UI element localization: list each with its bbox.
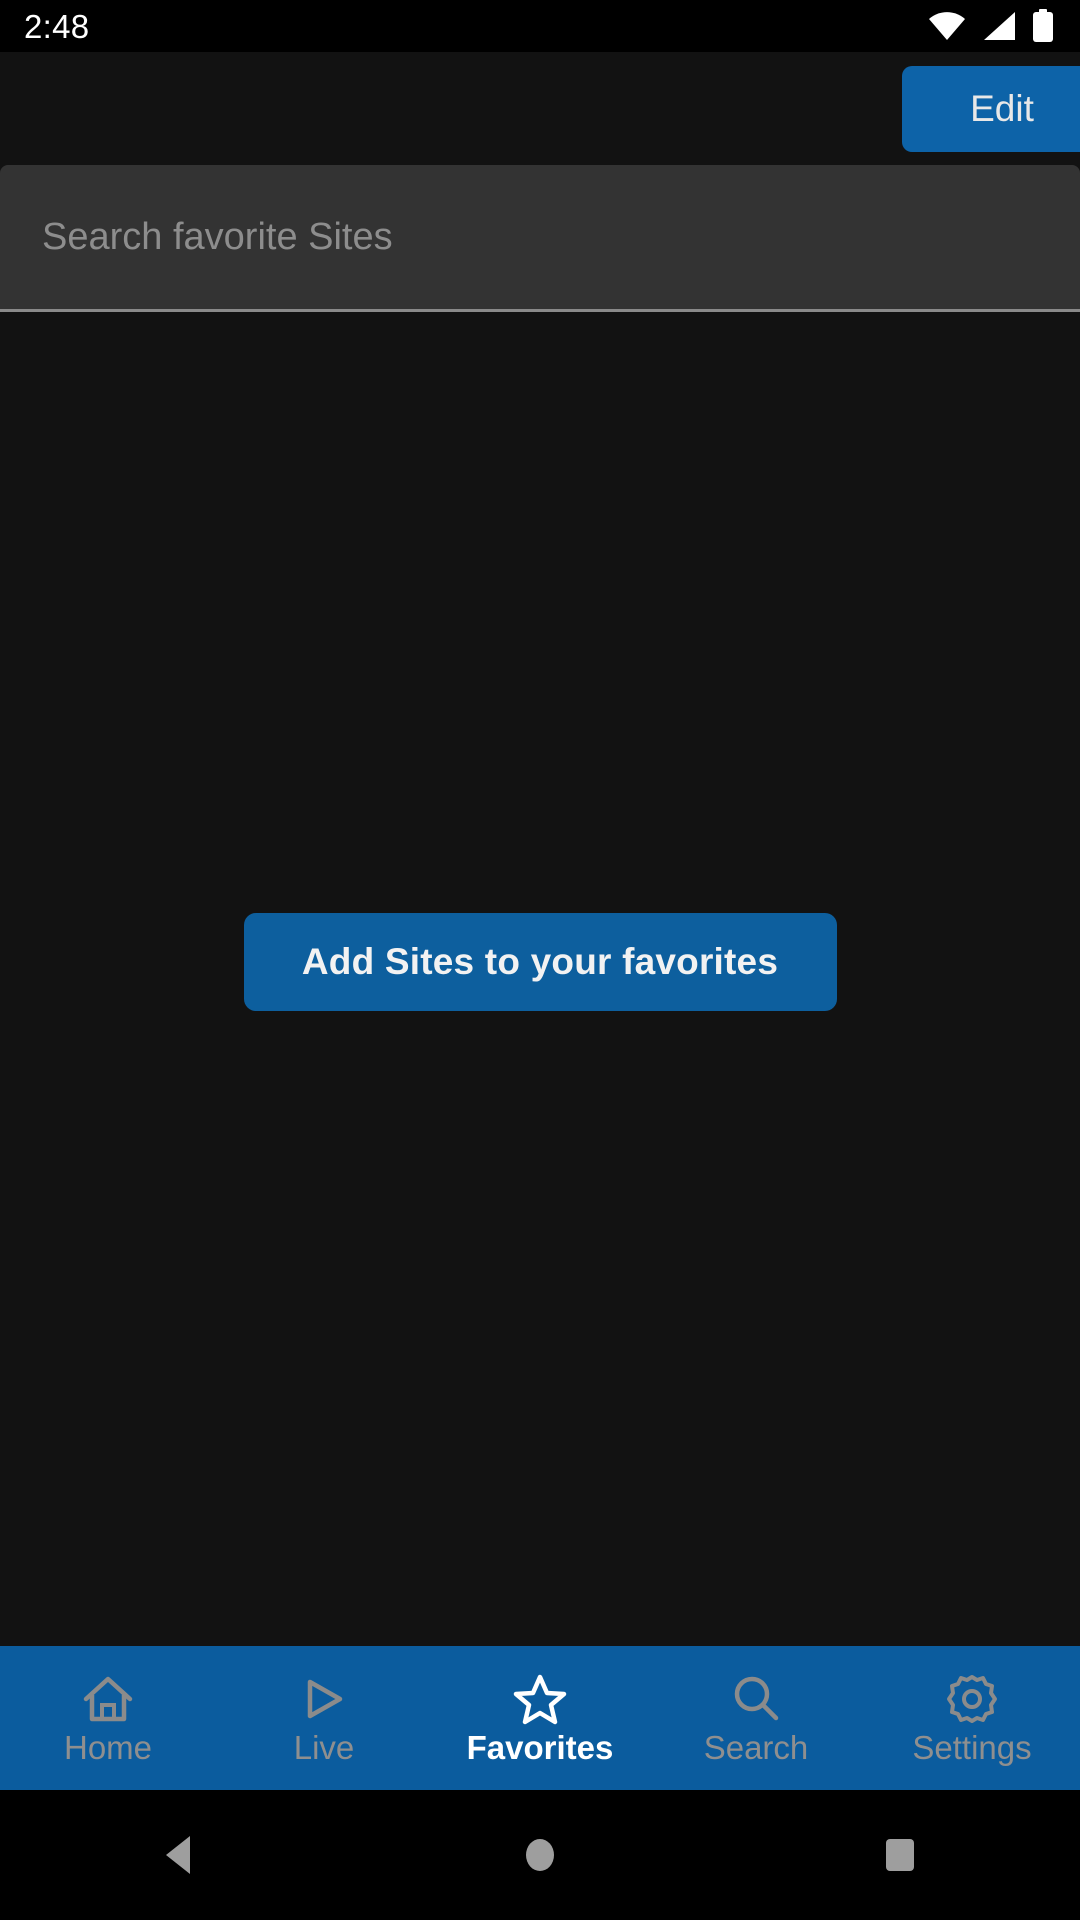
wifi-icon: [928, 11, 966, 41]
bottom-navigation-bar: Home Live Favorites Search Settings: [0, 1646, 1080, 1790]
home-circle-icon: [526, 1839, 554, 1871]
app-screen: 2:48 Edit Search favorite Sites Add Site…: [0, 0, 1080, 1920]
play-icon: [301, 1673, 347, 1725]
cellular-signal-icon: [982, 11, 1016, 41]
add-sites-to-favorites-button[interactable]: Add Sites to your favorites: [243, 913, 837, 1011]
system-navigation-bar: [0, 1790, 1080, 1920]
nav-label-live: Live: [293, 1728, 355, 1766]
back-triangle-icon: [166, 1836, 190, 1874]
star-icon: [513, 1673, 567, 1725]
nav-label-favorites: Favorites: [466, 1728, 614, 1766]
status-bar-icons: [928, 9, 1054, 43]
system-home-button[interactable]: [360, 1831, 720, 1879]
status-bar: 2:48: [0, 0, 1080, 52]
nav-label-search: Search: [703, 1728, 809, 1766]
system-recents-button[interactable]: [720, 1831, 1080, 1879]
nav-item-settings[interactable]: Settings: [864, 1646, 1080, 1790]
nav-label-home: Home: [63, 1728, 153, 1766]
nav-item-home[interactable]: Home: [0, 1646, 216, 1790]
app-toolbar: Edit: [0, 52, 1080, 165]
search-bar[interactable]: [0, 165, 1080, 312]
home-icon: [83, 1673, 133, 1725]
edit-button[interactable]: Edit: [902, 65, 1080, 152]
status-clock: 2:48: [24, 7, 90, 45]
nav-item-search[interactable]: Search: [648, 1646, 864, 1790]
system-back-button[interactable]: [0, 1831, 360, 1879]
nav-label-settings: Settings: [912, 1728, 1032, 1766]
search-input[interactable]: [42, 215, 1038, 259]
gear-icon: [946, 1673, 998, 1725]
recents-square-icon: [886, 1839, 914, 1871]
battery-icon: [1032, 9, 1054, 43]
nav-item-live[interactable]: Live: [216, 1646, 432, 1790]
search-icon: [731, 1673, 781, 1725]
nav-item-favorites[interactable]: Favorites: [432, 1646, 648, 1790]
favorites-empty-state: Add Sites to your favorites: [0, 312, 1080, 1646]
